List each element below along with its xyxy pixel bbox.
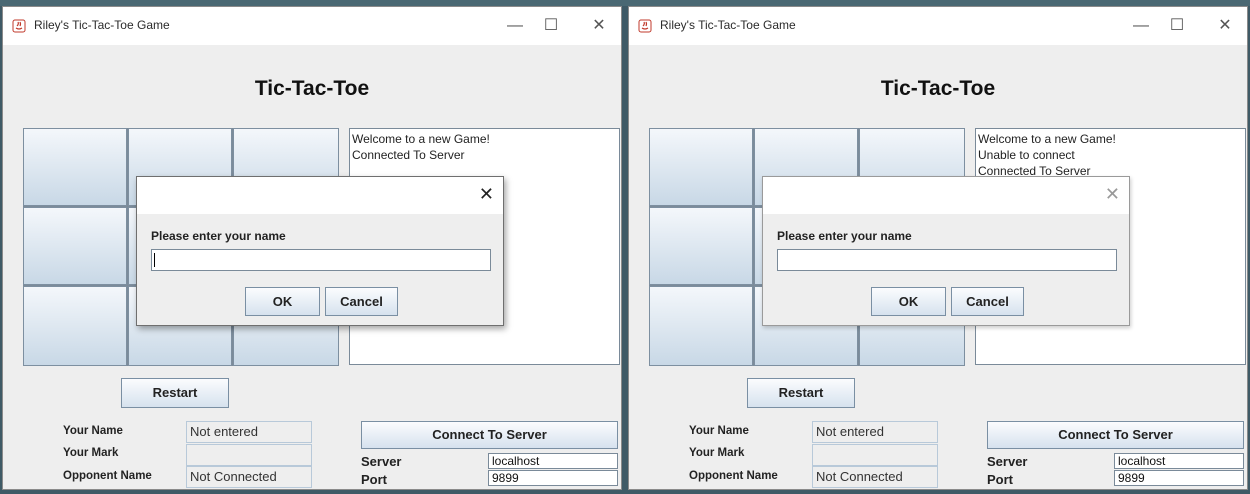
server-field[interactable]: localhost — [488, 453, 618, 469]
dialog-title-bar: ✕ — [137, 177, 503, 214]
maximize-button[interactable]: ☐ — [528, 13, 574, 39]
board-cell[interactable] — [23, 207, 127, 285]
board-cell[interactable] — [649, 207, 753, 285]
board-cell[interactable] — [23, 128, 127, 206]
window-title: Riley's Tic-Tac-Toe Game — [660, 18, 796, 32]
dialog-close-icon[interactable]: ✕ — [479, 184, 494, 205]
title-bar: Riley's Tic-Tac-Toe Game — ☐ ✕ — [3, 7, 621, 45]
game-window-1: Riley's Tic-Tac-Toe Game — ☐ ✕ Tic-Tac-T… — [2, 6, 622, 490]
game-window-2: Riley's Tic-Tac-Toe Game — ☐ ✕ Tic-Tac-T… — [628, 6, 1248, 490]
restart-button[interactable]: Restart — [121, 378, 229, 408]
restart-button[interactable]: Restart — [747, 378, 855, 408]
opponent-name-value: Not Connected — [812, 466, 938, 488]
game-heading: Tic-Tac-Toe — [254, 77, 370, 100]
window-title: Riley's Tic-Tac-Toe Game — [34, 18, 170, 32]
your-name-value: Not entered — [186, 421, 312, 443]
text-caret — [154, 253, 155, 267]
port-label: Port — [987, 472, 1013, 487]
your-mark-value — [812, 444, 938, 466]
opponent-name-label: Opponent Name — [689, 470, 778, 482]
cancel-button[interactable]: Cancel — [325, 287, 398, 316]
name-input[interactable] — [151, 249, 491, 271]
server-label: Server — [361, 454, 402, 469]
your-mark-value — [186, 444, 312, 466]
dialog-prompt: Please enter your name — [151, 229, 286, 243]
log-line: Connected To Server — [352, 148, 465, 162]
maximize-button[interactable]: ☐ — [1154, 13, 1200, 39]
your-name-label: Your Name — [689, 425, 749, 437]
port-field[interactable]: 9899 — [1114, 470, 1244, 486]
ok-button[interactable]: OK — [245, 287, 320, 316]
connect-to-server-button[interactable]: Connect To Server — [987, 421, 1244, 449]
port-label: Port — [361, 472, 387, 487]
your-mark-label: Your Mark — [689, 447, 745, 459]
opponent-name-label: Opponent Name — [63, 470, 152, 482]
name-dialog: ✕ Please enter your name OK Cancel — [136, 176, 504, 326]
log-line: Welcome to a new Game! — [352, 132, 490, 146]
title-bar: Riley's Tic-Tac-Toe Game — ☐ ✕ — [629, 7, 1247, 45]
server-label: Server — [987, 454, 1028, 469]
close-button[interactable]: ✕ — [1202, 13, 1247, 39]
board-cell[interactable] — [23, 286, 127, 366]
close-button[interactable]: ✕ — [576, 13, 621, 39]
dialog-title-bar: ✕ — [763, 177, 1129, 214]
your-mark-label: Your Mark — [63, 447, 119, 459]
ok-button[interactable]: OK — [871, 287, 946, 316]
board-cell[interactable] — [649, 128, 753, 206]
your-name-value: Not entered — [812, 421, 938, 443]
log-line: Welcome to a new Game! — [978, 132, 1116, 146]
log-line: Unable to connect — [978, 148, 1075, 162]
board-cell[interactable] — [649, 286, 753, 366]
opponent-name-value: Not Connected — [186, 466, 312, 488]
your-name-label: Your Name — [63, 425, 123, 437]
game-heading: Tic-Tac-Toe — [880, 77, 996, 100]
dialog-prompt: Please enter your name — [777, 229, 912, 243]
cancel-button[interactable]: Cancel — [951, 287, 1024, 316]
server-field[interactable]: localhost — [1114, 453, 1244, 469]
connect-to-server-button[interactable]: Connect To Server — [361, 421, 618, 449]
name-input[interactable] — [777, 249, 1117, 271]
port-field[interactable]: 9899 — [488, 470, 618, 486]
java-icon — [638, 19, 652, 33]
dialog-close-icon[interactable]: ✕ — [1105, 184, 1120, 205]
name-dialog: ✕ Please enter your name OK Cancel — [762, 176, 1130, 326]
java-icon — [12, 19, 26, 33]
